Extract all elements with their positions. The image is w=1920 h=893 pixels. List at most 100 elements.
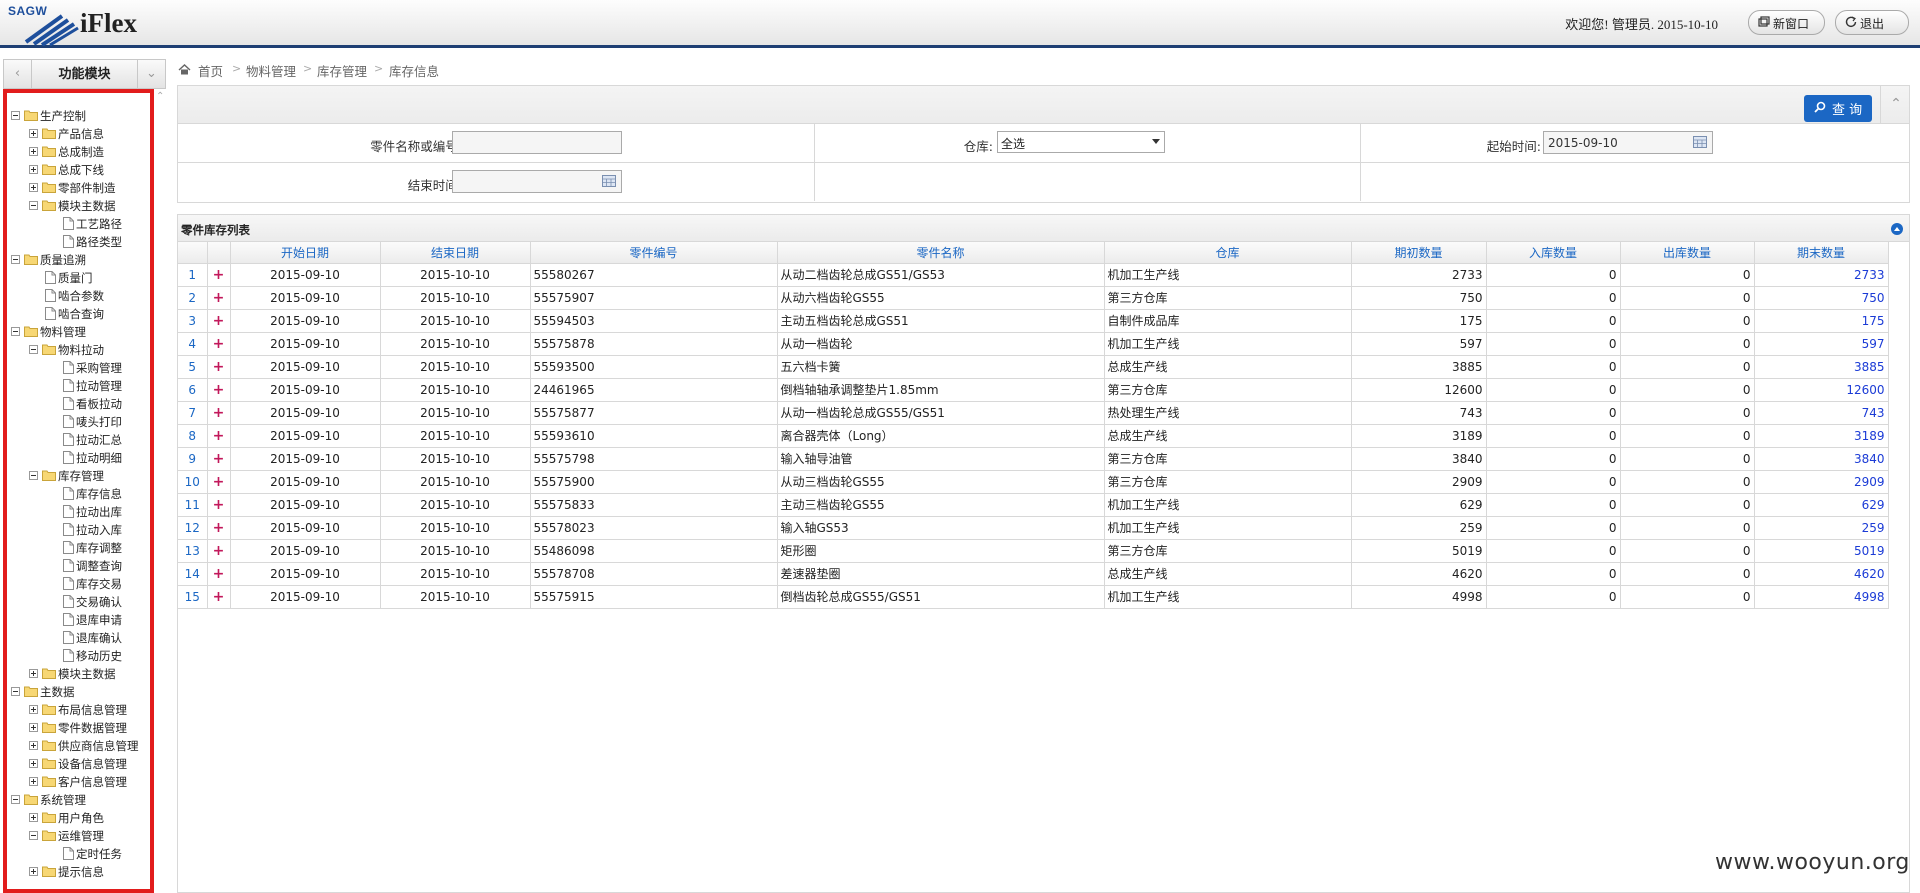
warehouse-select[interactable]: 全选 <box>997 131 1165 153</box>
start-date-cell: 2015-09-10 <box>230 309 381 333</box>
start-date-cell: 2015-09-10 <box>230 493 381 517</box>
expand-row-button[interactable]: + <box>207 539 231 563</box>
start-time-input[interactable]: 2015-09-10 <box>1543 131 1713 154</box>
expand-icon[interactable] <box>29 183 38 192</box>
opening-qty-cell: 4620 <box>1351 562 1487 586</box>
sidebar-collapse-icon[interactable]: ⌄ <box>137 60 165 88</box>
column-header[interactable]: 开始日期 <box>230 242 381 264</box>
table-row[interactable]: 9 +2015-09-10 2015-10-10 55575798 输入轴导油管 第三方仓… <box>178 447 1889 471</box>
expand-icon[interactable] <box>29 723 38 732</box>
calendar-icon[interactable] <box>602 175 616 187</box>
table-row[interactable]: 8 +2015-09-10 2015-10-10 55593610 离合器壳体（Long… <box>178 424 1889 448</box>
closing-qty-cell: 743 <box>1754 401 1889 425</box>
collapse-icon[interactable] <box>11 111 20 120</box>
part-name-cell: 主动五档齿轮总成GS51 <box>777 309 1105 333</box>
outbound-qty-cell: 0 <box>1620 539 1755 563</box>
opening-qty-cell: 597 <box>1351 332 1487 356</box>
page-icon <box>63 217 74 233</box>
collapse-icon[interactable] <box>11 795 20 804</box>
expand-icon[interactable] <box>29 165 38 174</box>
expand-icon[interactable] <box>29 669 38 678</box>
expand-row-button[interactable]: + <box>207 470 231 494</box>
table-row[interactable]: 6 +2015-09-10 2015-10-10 24461965 倒档轴轴承调整垫片1… <box>178 378 1889 402</box>
table-row[interactable]: 2 +2015-09-10 2015-10-10 55575907 从动六档齿轮GS55… <box>178 286 1889 310</box>
expand-row-button[interactable]: + <box>207 309 231 333</box>
table-row[interactable]: 1 +2015-09-10 2015-10-10 55580267 从动二档齿轮总成GS… <box>178 263 1889 287</box>
table-row[interactable]: 10 +2015-09-10 2015-10-10 55575900 从动三档齿轮GS5… <box>178 470 1889 494</box>
calendar-icon[interactable] <box>1693 136 1707 148</box>
table-row[interactable]: 15 +2015-09-10 2015-10-10 55575915 倒档齿轮总成GS5… <box>178 585 1889 609</box>
tree-node-label: 交易确认 <box>76 595 122 609</box>
expand-icon[interactable] <box>29 741 38 750</box>
expand-row-button[interactable]: + <box>207 378 231 402</box>
expand-row-button[interactable]: + <box>207 447 231 471</box>
column-header[interactable]: 结束日期 <box>380 242 531 264</box>
query-button[interactable]: 查 询 <box>1804 95 1872 122</box>
table-row[interactable]: 5 +2015-09-10 2015-10-10 55593500 五六档卡簧 总成生产线… <box>178 355 1889 379</box>
column-header[interactable]: 入库数量 <box>1486 242 1621 264</box>
table-row[interactable]: 4 +2015-09-10 2015-10-10 55575878 从动一档齿轮 机加工生… <box>178 332 1889 356</box>
table-row[interactable]: 14 +2015-09-10 2015-10-10 55578708 差速器垫圈 总成生产… <box>178 562 1889 586</box>
page-icon <box>63 397 74 413</box>
sidebar-scrollbar[interactable]: ⌃ <box>156 89 166 893</box>
expand-icon[interactable] <box>29 147 38 156</box>
new-window-icon <box>1758 16 1770 27</box>
part-number-cell: 55575798 <box>530 447 778 471</box>
expand-row-button[interactable]: + <box>207 332 231 356</box>
page-icon <box>63 559 74 575</box>
expand-row-button[interactable]: + <box>207 516 231 540</box>
expand-row-button[interactable]: + <box>207 286 231 310</box>
part-input[interactable] <box>452 131 622 154</box>
column-header[interactable]: 期初数量 <box>1351 242 1487 264</box>
column-header[interactable]: 零件编号 <box>530 242 778 264</box>
expand-row-button[interactable]: + <box>207 263 231 287</box>
column-header[interactable]: 出库数量 <box>1620 242 1755 264</box>
table-row[interactable]: 7 +2015-09-10 2015-10-10 55575877 从动一档齿轮总成GS… <box>178 401 1889 425</box>
table-row[interactable]: 3 +2015-09-10 2015-10-10 55594503 主动五档齿轮总成GS… <box>178 309 1889 333</box>
page-icon <box>63 505 74 521</box>
scroll-up-icon[interactable]: ⌃ <box>156 91 164 102</box>
expand-icon[interactable] <box>29 813 38 822</box>
expand-icon[interactable] <box>29 705 38 714</box>
expand-icon[interactable] <box>29 777 38 786</box>
table-row[interactable]: 13 +2015-09-10 2015-10-10 55486098 矩形圈 第三方仓库 5… <box>178 539 1889 563</box>
row-number: 12 <box>178 516 208 540</box>
end-time-input[interactable] <box>452 170 622 193</box>
logout-button[interactable]: 退出 <box>1835 10 1909 35</box>
column-header[interactable]: 期末数量 <box>1754 242 1889 264</box>
table-row[interactable]: 11 +2015-09-10 2015-10-10 55575833 主动三档齿轮GS5… <box>178 493 1889 517</box>
column-header[interactable]: 零件名称 <box>777 242 1105 264</box>
breadcrumb-inventory[interactable]: 库存管理 <box>317 61 367 80</box>
collapse-icon[interactable] <box>11 255 20 264</box>
collapse-icon[interactable] <box>29 345 38 354</box>
collapse-icon[interactable] <box>29 201 38 210</box>
part-name-cell: 输入轴GS53 <box>777 516 1105 540</box>
expand-row-button[interactable]: + <box>207 424 231 448</box>
collapse-icon[interactable] <box>11 327 20 336</box>
expand-row-button[interactable]: + <box>207 493 231 517</box>
expand-row-button[interactable]: + <box>207 401 231 425</box>
collapse-icon[interactable] <box>29 471 38 480</box>
collapse-icon[interactable] <box>29 831 38 840</box>
breadcrumb-home[interactable]: 首页 <box>198 61 223 80</box>
warehouse-cell: 机加工生产线 <box>1104 516 1352 540</box>
collapse-grid-icon[interactable] <box>1891 223 1903 235</box>
expand-row-button[interactable]: + <box>207 562 231 586</box>
sidebar-prev-icon[interactable]: ‹ <box>4 60 32 88</box>
expand-icon[interactable] <box>29 867 38 876</box>
column-header[interactable]: 仓库 <box>1104 242 1352 264</box>
expand-icon[interactable] <box>29 129 38 138</box>
home-icon[interactable] <box>178 64 191 75</box>
expand-icon[interactable] <box>29 759 38 768</box>
tree-node-label: 设备信息管理 <box>58 757 127 771</box>
breadcrumb-material[interactable]: 物料管理 <box>246 61 296 80</box>
tree-node-label: 拉动明细 <box>76 451 122 465</box>
collapse-icon[interactable] <box>11 687 20 696</box>
expand-row-button[interactable]: + <box>207 585 231 609</box>
collapse-panel-icon[interactable]: ⌃ <box>1880 86 1911 124</box>
new-window-button[interactable]: 新窗口 <box>1748 10 1825 35</box>
inbound-qty-cell: 0 <box>1486 562 1621 586</box>
table-row[interactable]: 12 +2015-09-10 2015-10-10 55578023 输入轴GS53 机加… <box>178 516 1889 540</box>
outbound-qty-cell: 0 <box>1620 493 1755 517</box>
expand-row-button[interactable]: + <box>207 355 231 379</box>
